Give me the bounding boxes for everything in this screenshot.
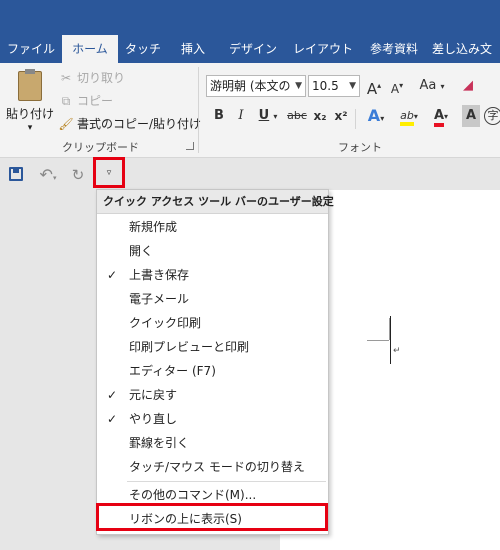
menu-item-print-preview[interactable]: 印刷プレビューと印刷 [97, 335, 328, 359]
menu-item-quick-print[interactable]: クイック印刷 [97, 311, 328, 335]
menu-item-email[interactable]: 電子メール [97, 287, 328, 311]
checkmark-icon: ✓ [106, 268, 118, 282]
text-effects-button[interactable]: A▾ [362, 105, 390, 127]
tab-file[interactable]: ファイル [2, 35, 60, 63]
menu-item-editor[interactable]: エディター (F7) [97, 359, 328, 383]
font-name-combo[interactable]: 游明朝 (本文の ▼ [206, 75, 306, 97]
copy-icon: ⧉ [61, 94, 71, 108]
menu-item-undo[interactable]: ✓ 元に戻す [97, 383, 328, 407]
phonetic-guide-button[interactable]: 字 [484, 107, 500, 125]
ribbon-tab-bar: ファイル ホーム タッチ 挿入 デザイン レイアウト 参考資料 差し込み文 [0, 35, 500, 63]
paintbrush-icon: 🖌 [58, 117, 74, 131]
tab-touch[interactable]: タッチ [120, 35, 166, 63]
menu-item-draw-table[interactable]: 罫線を引く [97, 431, 328, 455]
menu-item-open[interactable]: 開く [97, 239, 328, 263]
font-name-value: 游明朝 (本文の [210, 79, 291, 93]
change-case-button[interactable]: Aa ▾ [414, 75, 450, 97]
menu-item-new[interactable]: 新規作成 [97, 215, 328, 239]
ribbon: 貼り付け ▾ ✂ 切り取り ⧉ コピー 🖌 書式のコピー/貼り付け クリップボード 游… [0, 63, 500, 158]
tab-design[interactable]: デザイン [222, 35, 284, 63]
tab-layout[interactable]: レイアウト [289, 35, 357, 63]
title-bar [0, 0, 500, 35]
undo-icon: ↶ [39, 165, 53, 184]
format-painter-button[interactable]: 🖌 書式のコピー/貼り付け [58, 114, 201, 134]
highlight-button[interactable]: ab▾ [394, 105, 424, 127]
paste-button[interactable]: 貼り付け ▾ [6, 69, 54, 135]
font-group-label: フォント [338, 141, 382, 154]
format-painter-label: 書式のコピー/貼り付け [77, 117, 202, 131]
chevron-down-icon: ▼ [295, 81, 302, 91]
subscript-button[interactable]: x₂ [311, 105, 329, 127]
menu-item-save[interactable]: ✓ 上書き保存 [97, 263, 328, 287]
italic-button[interactable]: I [232, 105, 250, 127]
cut-button[interactable]: ✂ 切り取り [58, 68, 125, 88]
font-size-value: 10.5 [312, 79, 339, 93]
superscript-button[interactable]: x² [332, 105, 350, 127]
tab-home[interactable]: ホーム [62, 35, 118, 63]
customize-qat-menu: クイック アクセス ツール バーのユーザー設定 新規作成 開く ✓ 上書き保存 … [96, 189, 334, 535]
copy-button[interactable]: ⧉ コピー [58, 91, 113, 111]
eraser-icon: ◢ [463, 78, 473, 93]
menu-item-touch-mouse-mode[interactable]: タッチ/マウス モードの切り替え [97, 455, 328, 479]
font-size-combo[interactable]: 10.5 ▼ [308, 75, 360, 97]
paste-label: 貼り付け [6, 107, 55, 121]
save-icon[interactable] [9, 167, 23, 181]
tab-references[interactable]: 参考資料 [362, 35, 426, 63]
paragraph-mark-icon: ↵ [393, 346, 401, 356]
highlight-outline [96, 503, 328, 531]
redo-button[interactable]: ↻ [68, 164, 88, 186]
clipboard-dialog-launcher[interactable] [186, 142, 194, 150]
cut-label: 切り取り [77, 71, 126, 85]
clipboard-icon [18, 71, 42, 101]
customize-qat-button[interactable]: ▿ [93, 157, 125, 188]
bold-button[interactable]: B [210, 105, 228, 127]
menu-item-redo[interactable]: ✓ やり直し [97, 407, 328, 431]
copy-label: コピー [77, 94, 114, 108]
scissors-icon: ✂ [60, 71, 72, 85]
undo-button[interactable]: ↶▾ [34, 164, 62, 186]
menu-title: クイック アクセス ツール バーのユーザー設定 [97, 190, 334, 214]
quick-access-toolbar: ↶▾ ↻ [0, 158, 500, 190]
text-cursor [390, 316, 391, 364]
clear-formatting-button[interactable]: ◢ [458, 75, 478, 97]
chevron-down-icon: ▾ [27, 123, 33, 133]
menu-separator [127, 481, 326, 482]
grow-font-button[interactable]: A▴ [364, 75, 384, 98]
customize-qat-icon: ▿ [106, 168, 112, 178]
clipboard-group-label: クリップボード [62, 141, 139, 154]
chevron-down-icon: ▼ [349, 81, 356, 91]
strikethrough-button[interactable]: abc [285, 105, 309, 127]
character-shading-button[interactable]: A [462, 105, 480, 127]
tab-mailings[interactable]: 差し込み文 [432, 35, 500, 63]
underline-button[interactable]: U ▾ [254, 105, 282, 127]
font-color-button[interactable]: A▾ [428, 105, 454, 127]
redo-icon: ↻ [71, 166, 85, 184]
shrink-font-button[interactable]: A▾ [387, 75, 407, 97]
tab-insert[interactable]: 挿入 [168, 35, 218, 63]
checkmark-icon: ✓ [106, 412, 118, 426]
checkmark-icon: ✓ [106, 388, 118, 402]
